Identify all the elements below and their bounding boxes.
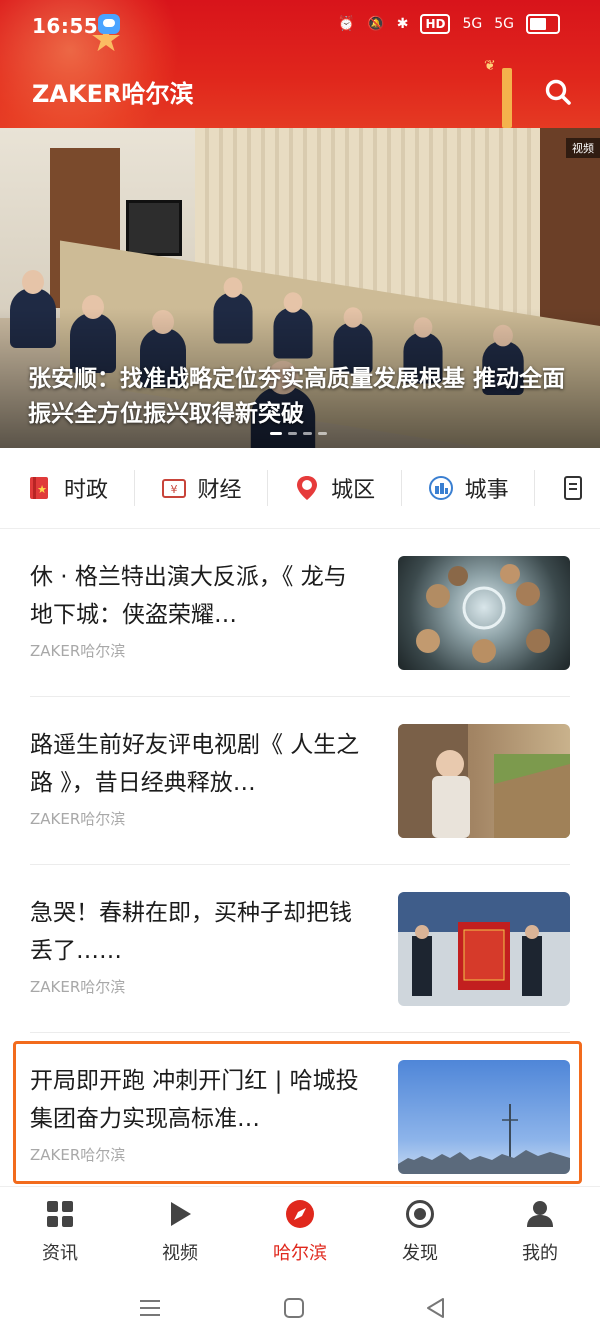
compass-icon [286, 1200, 314, 1228]
app-header: ★ 16:55 ⏰ 🔕 ✱ HD 5G 5G ZAKER哈尔滨 ❦ [0, 0, 600, 128]
category-district[interactable]: 城区 [267, 468, 401, 508]
svg-text:¥: ¥ [170, 483, 177, 496]
home-icon[interactable] [282, 1296, 306, 1320]
video-badge: 视频 [566, 138, 600, 158]
menu-icon[interactable] [138, 1296, 162, 1320]
hd-badge: HD [420, 14, 451, 34]
news-item[interactable]: 路遥生前好友评电视剧《 人生之路 》，昔日经典释放… ZAKER哈尔滨 [30, 724, 570, 894]
category-bar: ★ 时政 ¥ 财经 城区 城事 [0, 448, 600, 529]
profile-icon [527, 1201, 553, 1227]
news-item[interactable]: 休 · 格兰特出演大反派，《 龙与地下城：侠盗荣耀… ZAKER哈尔滨 [30, 556, 570, 726]
search-icon [545, 79, 571, 105]
brand-title: ZAKER哈尔滨 [32, 80, 194, 108]
status-time: 16:55 [32, 14, 99, 38]
district-icon [297, 476, 318, 500]
bluetooth-icon: ✱ [396, 16, 409, 32]
status-icons: ⏰ 🔕 ✱ HD 5G 5G [338, 14, 560, 34]
news-thumbnail [398, 724, 570, 838]
document-icon [564, 476, 583, 500]
battery-icon [526, 14, 560, 34]
politics-icon: ★ [30, 477, 48, 499]
highlight-box [13, 1041, 582, 1184]
news-source: ZAKER哈尔滨 [30, 810, 126, 828]
hero-caption[interactable]: 张安顺：找准战略定位夯实高质量发展根基 推动全面振兴全方位振兴取得新突破 [28, 362, 578, 432]
news-thumbnail [398, 892, 570, 1006]
grid-icon [47, 1201, 73, 1227]
mute-icon: 🔕 [367, 16, 385, 32]
news-title: 路遥生前好友评电视剧《 人生之路 》，昔日经典释放… [30, 732, 360, 796]
city-events-icon [428, 476, 453, 500]
category-more[interactable] [534, 468, 600, 508]
category-finance[interactable]: ¥ 财经 [133, 468, 268, 508]
news-item[interactable]: 急哭！春耕在即，买种子却把钱丢了…… ZAKER哈尔滨 [30, 892, 570, 1062]
bottom-nav: 资讯 视频 哈尔滨 发现 我的 [0, 1186, 600, 1277]
nav-news[interactable]: 资讯 [0, 1187, 120, 1277]
svg-text:★: ★ [37, 483, 47, 496]
alarm-icon: ⏰ [337, 16, 356, 32]
hero-banner[interactable]: 视频 张安顺：找准战略定位夯实高质量发展根基 推动全面振兴全方位振兴取得新突破 [0, 128, 600, 448]
status-bar: 16:55 ⏰ 🔕 ✱ HD 5G 5G [0, 0, 600, 52]
back-icon[interactable] [424, 1296, 448, 1320]
search-button[interactable] [544, 78, 572, 106]
news-title: 休 · 格兰特出演大反派，《 龙与地下城：侠盗荣耀… [30, 564, 347, 628]
nav-harbin[interactable]: 哈尔滨 [240, 1187, 360, 1277]
nav-video[interactable]: 视频 [120, 1187, 240, 1277]
nav-profile[interactable]: 我的 [480, 1187, 600, 1277]
play-icon [171, 1202, 191, 1226]
carousel-dots [270, 432, 327, 435]
news-source: ZAKER哈尔滨 [30, 978, 126, 996]
signal-5g-2: 5G [494, 16, 514, 32]
message-notification-icon [98, 14, 120, 34]
signal-5g-1: 5G [462, 16, 483, 32]
category-politics[interactable]: ★ 时政 [0, 468, 134, 508]
system-nav-bar [0, 1276, 600, 1343]
news-title: 急哭！春耕在即，买种子却把钱丢了…… [30, 900, 352, 964]
discover-icon [406, 1200, 434, 1228]
monument-decoration-icon: ❦ [484, 58, 530, 128]
news-source: ZAKER哈尔滨 [30, 642, 126, 660]
category-city-events[interactable]: 城事 [400, 468, 535, 508]
finance-icon: ¥ [161, 479, 186, 498]
news-thumbnail [398, 556, 570, 670]
nav-discover[interactable]: 发现 [360, 1187, 480, 1277]
